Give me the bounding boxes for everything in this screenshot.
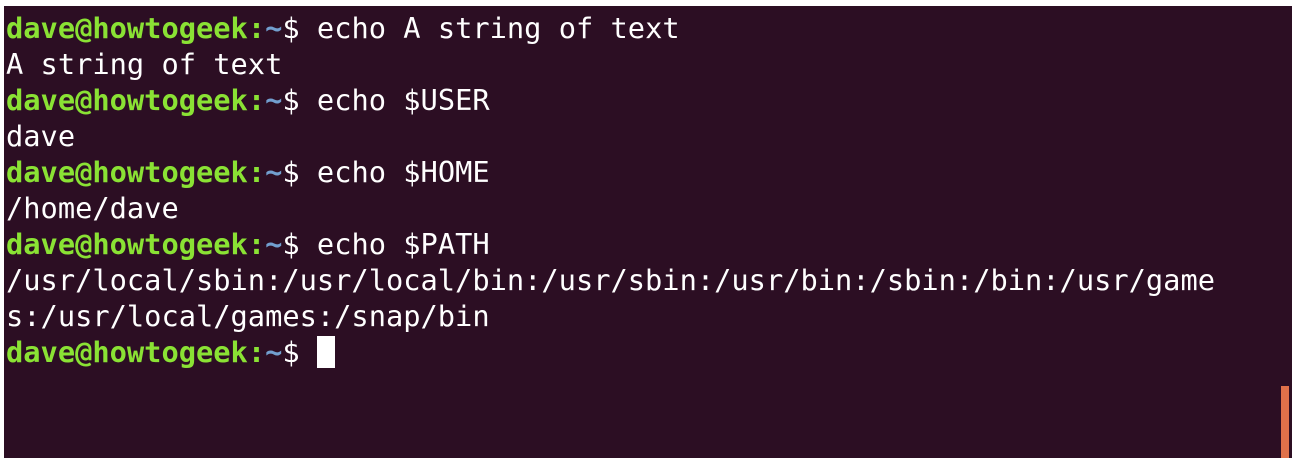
prompt-path: ~ bbox=[265, 227, 283, 261]
prompt-path: ~ bbox=[265, 83, 283, 117]
prompt-symbol: $ bbox=[282, 227, 317, 261]
prompt-symbol: $ bbox=[282, 83, 317, 117]
terminal-window[interactable]: dave@howtogeek:~$ echo A string of text … bbox=[4, 6, 1292, 458]
prompt-symbol: $ bbox=[282, 11, 317, 45]
prompt-path: ~ bbox=[265, 11, 283, 45]
output-line: dave bbox=[6, 119, 76, 153]
output-line: A string of text bbox=[6, 47, 283, 81]
output-line: /home/dave bbox=[6, 191, 179, 225]
prompt-line: dave@howtogeek:~$ echo A string of text bbox=[6, 10, 1215, 46]
prompt-line: dave@howtogeek:~$ echo $PATH bbox=[6, 226, 1215, 262]
command-text: echo A string of text bbox=[316, 11, 680, 45]
prompt-line: dave@howtogeek:~$ echo $HOME bbox=[6, 154, 1215, 190]
prompt-line: dave@howtogeek:~$ echo $USER bbox=[6, 82, 1215, 118]
prompt-user-host: dave@howtogeek bbox=[6, 11, 248, 45]
output-line: s:/usr/local/games:/snap/bin bbox=[6, 299, 490, 333]
output-line: /usr/local/sbin:/usr/local/bin:/usr/sbin… bbox=[6, 263, 1215, 297]
prompt-user-host: dave@howtogeek bbox=[6, 227, 248, 261]
prompt-user-host: dave@howtogeek bbox=[6, 155, 248, 189]
text-cursor bbox=[316, 336, 335, 368]
terminal-output: dave@howtogeek:~$ echo A string of text … bbox=[6, 10, 1215, 370]
prompt-colon: : bbox=[247, 11, 266, 45]
prompt-symbol: $ bbox=[282, 155, 317, 189]
command-text: echo $USER bbox=[316, 83, 490, 117]
prompt-colon: : bbox=[247, 227, 266, 261]
command-text: echo $HOME bbox=[316, 155, 490, 189]
prompt-path: ~ bbox=[265, 155, 283, 189]
prompt-symbol: $ bbox=[282, 335, 317, 369]
prompt-user-host: dave@howtogeek bbox=[6, 335, 248, 369]
command-text: echo $PATH bbox=[316, 227, 490, 261]
prompt-colon: : bbox=[247, 155, 266, 189]
prompt-user-host: dave@howtogeek bbox=[6, 83, 248, 117]
prompt-line-active[interactable]: dave@howtogeek:~$ bbox=[6, 334, 1215, 370]
prompt-colon: : bbox=[247, 83, 266, 117]
prompt-path: ~ bbox=[265, 335, 283, 369]
prompt-colon: : bbox=[247, 335, 266, 369]
scrollbar-thumb[interactable] bbox=[1281, 386, 1289, 458]
